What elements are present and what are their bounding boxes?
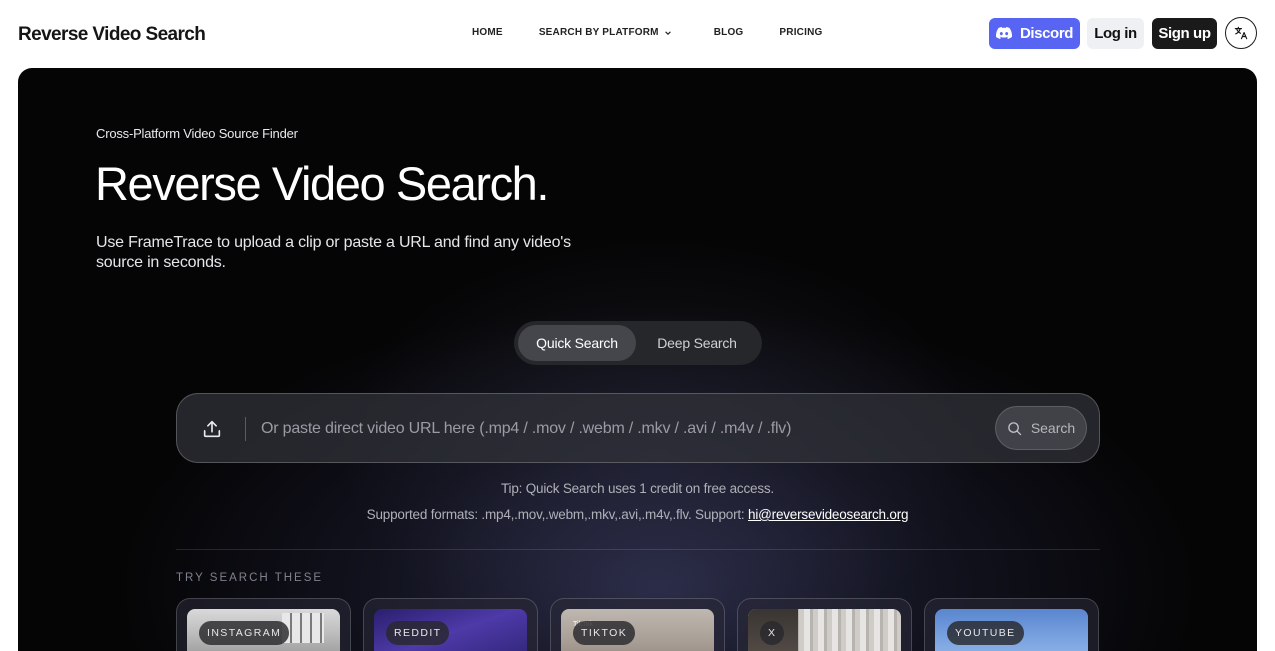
page-title: Reverse Video Search. xyxy=(95,157,549,210)
nav-search-by-platform[interactable]: SEARCH BY PLATFORM xyxy=(539,27,672,38)
search-mode-toggle: Quick Search Deep Search xyxy=(514,321,762,365)
nav-pricing[interactable]: PRICING xyxy=(779,27,822,38)
search-bar: Search xyxy=(176,393,1100,463)
discord-button[interactable]: Discord xyxy=(989,17,1080,49)
main-nav: HOME SEARCH BY PLATFORM BLOG PRICING xyxy=(472,27,822,38)
platform-badge: REDDIT xyxy=(386,621,450,645)
chevron-down-icon xyxy=(664,30,671,35)
nav-home[interactable]: HOME xyxy=(472,27,503,38)
site-header: Reverse Video Search HOME SEARCH BY PLAT… xyxy=(0,0,1275,68)
platform-badge: TIKTOK xyxy=(573,621,636,645)
hero-description: Use FrameTrace to upload a clip or paste… xyxy=(96,234,571,271)
section-divider xyxy=(176,549,1100,550)
tip-text: Tip: Quick Search uses 1 credit on free … xyxy=(501,481,774,496)
discord-label: Discord xyxy=(1019,24,1074,42)
search-button[interactable]: Search xyxy=(995,406,1087,450)
video-url-input[interactable] xyxy=(261,416,961,442)
search-icon xyxy=(1008,421,1022,435)
example-card-tiktok[interactable]: TikTok TIKTOK xyxy=(550,598,725,651)
hero-eyebrow: Cross-Platform Video Source Finder xyxy=(96,126,298,141)
deep-search-tab[interactable]: Deep Search xyxy=(636,325,758,361)
search-divider xyxy=(245,417,246,441)
supported-formats-text: Supported formats: .mp4,.mov,.webm,.mkv,… xyxy=(366,507,749,522)
nav-blog[interactable]: BLOG xyxy=(714,27,744,38)
quick-search-tab[interactable]: Quick Search xyxy=(518,325,636,361)
supported-formats: Supported formats: .mp4,.mov,.webm,.mkv,… xyxy=(18,507,1257,522)
example-card-instagram[interactable]: INSTAGRAM xyxy=(176,598,351,651)
login-button[interactable]: Log in xyxy=(1087,17,1144,49)
platform-badge: YOUTUBE xyxy=(947,621,1024,645)
example-cards: INSTAGRAM REDDIT TikTok TIKTOK X YOUTUBE xyxy=(176,598,1111,651)
example-card-reddit[interactable]: REDDIT xyxy=(363,598,538,651)
brand-logo[interactable]: Reverse Video Search xyxy=(18,24,206,46)
header-actions: Discord Log in Sign up xyxy=(989,17,1257,49)
upload-icon[interactable] xyxy=(201,418,223,440)
example-card-youtube[interactable]: YOUTUBE xyxy=(924,598,1099,651)
language-button[interactable] xyxy=(1225,17,1257,49)
discord-icon xyxy=(995,27,1012,39)
search-button-label: Search xyxy=(1030,420,1076,436)
try-search-label: TRY SEARCH THESE xyxy=(176,572,324,584)
hero-section: Cross-Platform Video Source Finder Rever… xyxy=(18,68,1257,651)
nav-search-by-platform-label: SEARCH BY PLATFORM xyxy=(538,27,659,38)
platform-badge: INSTAGRAM xyxy=(199,621,290,645)
signup-button[interactable]: Sign up xyxy=(1152,17,1217,49)
support-email-link[interactable]: hi@reversevideosearch.org xyxy=(748,507,908,522)
translate-icon xyxy=(1234,26,1248,40)
example-card-x[interactable]: X xyxy=(737,598,912,651)
